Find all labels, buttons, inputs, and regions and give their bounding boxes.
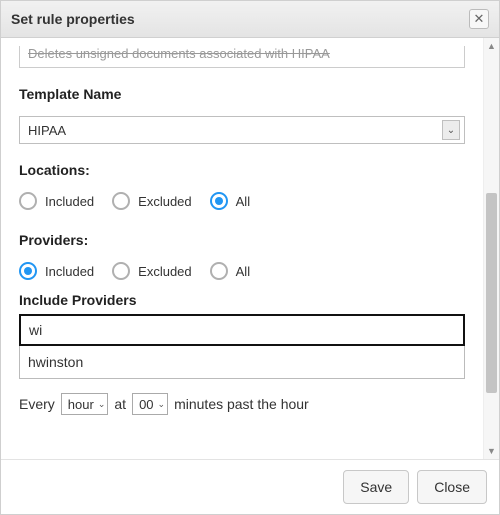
providers-radio-included[interactable]: Included — [19, 262, 94, 280]
chevron-down-icon: ⌄ — [158, 399, 166, 410]
dialog: Set rule properties ✕ Deletes unsigned d… — [0, 0, 500, 515]
locations-radio-all[interactable]: All — [210, 192, 250, 210]
dialog-close-button[interactable]: ✕ — [469, 9, 489, 29]
radio-icon — [19, 192, 37, 210]
radio-icon — [210, 262, 228, 280]
radio-label: Included — [45, 264, 94, 279]
scrollbar[interactable]: ▲ ▼ — [483, 38, 499, 459]
providers-radio-group: Included Excluded All — [19, 262, 465, 280]
save-button[interactable]: Save — [343, 470, 409, 504]
titlebar: Set rule properties ✕ — [1, 1, 499, 38]
schedule-unit-value: hour — [68, 397, 94, 412]
radio-label: Included — [45, 194, 94, 209]
schedule-unit-select[interactable]: hour ⌄ — [61, 393, 109, 415]
dialog-footer: Save Close — [1, 459, 499, 514]
schedule-minute-value: 00 — [139, 397, 153, 412]
include-providers-input[interactable] — [19, 314, 465, 346]
locations-radio-excluded[interactable]: Excluded — [112, 192, 191, 210]
radio-label: Excluded — [138, 194, 191, 209]
scrollbar-thumb[interactable] — [486, 193, 497, 393]
radio-icon — [112, 262, 130, 280]
close-button[interactable]: Close — [417, 470, 487, 504]
providers-radio-excluded[interactable]: Excluded — [112, 262, 191, 280]
providers-radio-all[interactable]: All — [210, 262, 250, 280]
include-providers-label: Include Providers — [19, 292, 465, 308]
radio-icon — [210, 192, 228, 210]
chevron-down-icon: ⌄ — [98, 399, 106, 410]
template-name-label: Template Name — [19, 86, 465, 102]
scroll-up-icon[interactable]: ▲ — [484, 38, 499, 54]
template-name-value: HIPAA — [28, 123, 66, 138]
radio-label: Excluded — [138, 264, 191, 279]
schedule-at-label: at — [114, 396, 126, 412]
schedule-every-label: Every — [19, 396, 55, 412]
schedule-minute-select[interactable]: 00 ⌄ — [132, 393, 168, 415]
locations-label: Locations: — [19, 162, 465, 178]
dialog-content: Deletes unsigned documents associated wi… — [1, 38, 483, 459]
radio-icon — [19, 262, 37, 280]
radio-icon — [112, 192, 130, 210]
schedule-row: Every hour ⌄ at 00 ⌄ minutes past the ho… — [19, 393, 465, 415]
locations-radio-group: Included Excluded All — [19, 192, 465, 210]
description-field-partial: Deletes unsigned documents associated wi… — [19, 46, 465, 68]
close-icon: ✕ — [474, 11, 485, 27]
dialog-title: Set rule properties — [11, 11, 135, 27]
radio-label: All — [236, 264, 250, 279]
include-providers-suggestion[interactable]: hwinston — [19, 346, 465, 379]
scroll-down-icon[interactable]: ▼ — [484, 443, 499, 459]
schedule-suffix-label: minutes past the hour — [174, 396, 309, 412]
locations-radio-included[interactable]: Included — [19, 192, 94, 210]
template-name-select[interactable]: HIPAA ⌄ — [19, 116, 465, 144]
content-wrap: Deletes unsigned documents associated wi… — [1, 38, 499, 459]
radio-label: All — [236, 194, 250, 209]
chevron-down-icon: ⌄ — [442, 120, 460, 140]
providers-label: Providers: — [19, 232, 465, 248]
